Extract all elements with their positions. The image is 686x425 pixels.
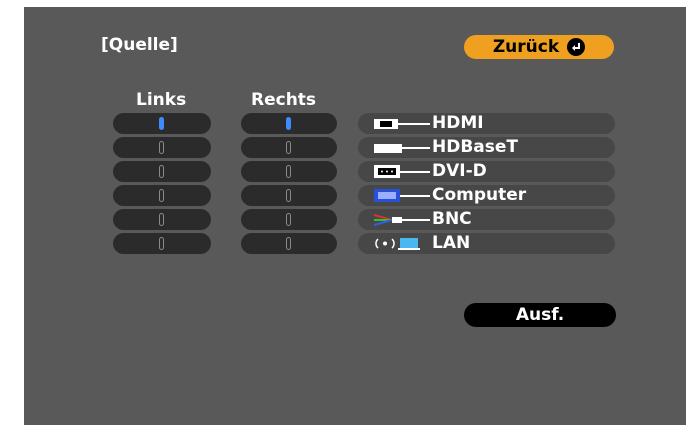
source-item-hdbaset[interactable]: HDBaseT (358, 137, 615, 158)
source-item-dvi[interactable]: DVI-D (358, 161, 615, 182)
left-slot-2[interactable] (113, 137, 211, 158)
bnc-icon (373, 212, 430, 227)
slot-marker (159, 213, 164, 226)
right-slot-4[interactable] (241, 185, 337, 206)
source-label: HDMI (432, 113, 484, 133)
hdbaset-icon (374, 140, 430, 155)
column-header-left: Links (136, 90, 187, 110)
enter-icon (567, 38, 586, 56)
slot-marker (286, 141, 291, 154)
back-button[interactable]: Zurück (464, 35, 614, 59)
left-slot-6[interactable] (113, 233, 211, 254)
execute-button[interactable]: Ausf. (464, 303, 616, 327)
source-label: HDBaseT (432, 137, 519, 157)
right-slot-2[interactable] (241, 137, 337, 158)
hdmi-icon (374, 116, 430, 131)
dvi-icon (374, 164, 430, 179)
left-slot-3[interactable] (113, 161, 211, 182)
slot-marker (286, 189, 291, 202)
slot-marker (159, 141, 164, 154)
source-item-lan[interactable]: LAN (358, 233, 615, 254)
slot-marker (286, 237, 291, 250)
column-header-right: Rechts (251, 90, 317, 110)
left-slot-5[interactable] (113, 209, 211, 230)
lan-icon (374, 236, 430, 251)
computer-icon (374, 188, 430, 203)
source-label: DVI-D (432, 161, 487, 181)
right-slot-1[interactable] (241, 113, 337, 134)
left-slot-4[interactable] (113, 185, 211, 206)
back-button-label: Zurück (492, 37, 560, 57)
slot-marker (159, 237, 164, 250)
source-label: BNC (432, 209, 472, 229)
source-dialog: [Quelle] Zurück Links Rechts HDMI HDBase… (24, 7, 686, 425)
source-item-computer[interactable]: Computer (358, 185, 615, 206)
slot-marker (286, 117, 291, 130)
right-slot-6[interactable] (241, 233, 337, 254)
source-label: LAN (432, 233, 471, 253)
left-slot-1[interactable] (113, 113, 211, 134)
page-title: [Quelle] (101, 35, 178, 55)
right-slot-3[interactable] (241, 161, 337, 182)
slot-marker (159, 117, 164, 130)
source-label: Computer (432, 185, 527, 205)
right-slot-5[interactable] (241, 209, 337, 230)
slot-marker (286, 165, 291, 178)
slot-marker (159, 165, 164, 178)
source-item-bnc[interactable]: BNC (358, 209, 615, 230)
slot-marker (286, 213, 291, 226)
slot-marker (159, 189, 164, 202)
source-item-hdmi[interactable]: HDMI (358, 113, 615, 134)
